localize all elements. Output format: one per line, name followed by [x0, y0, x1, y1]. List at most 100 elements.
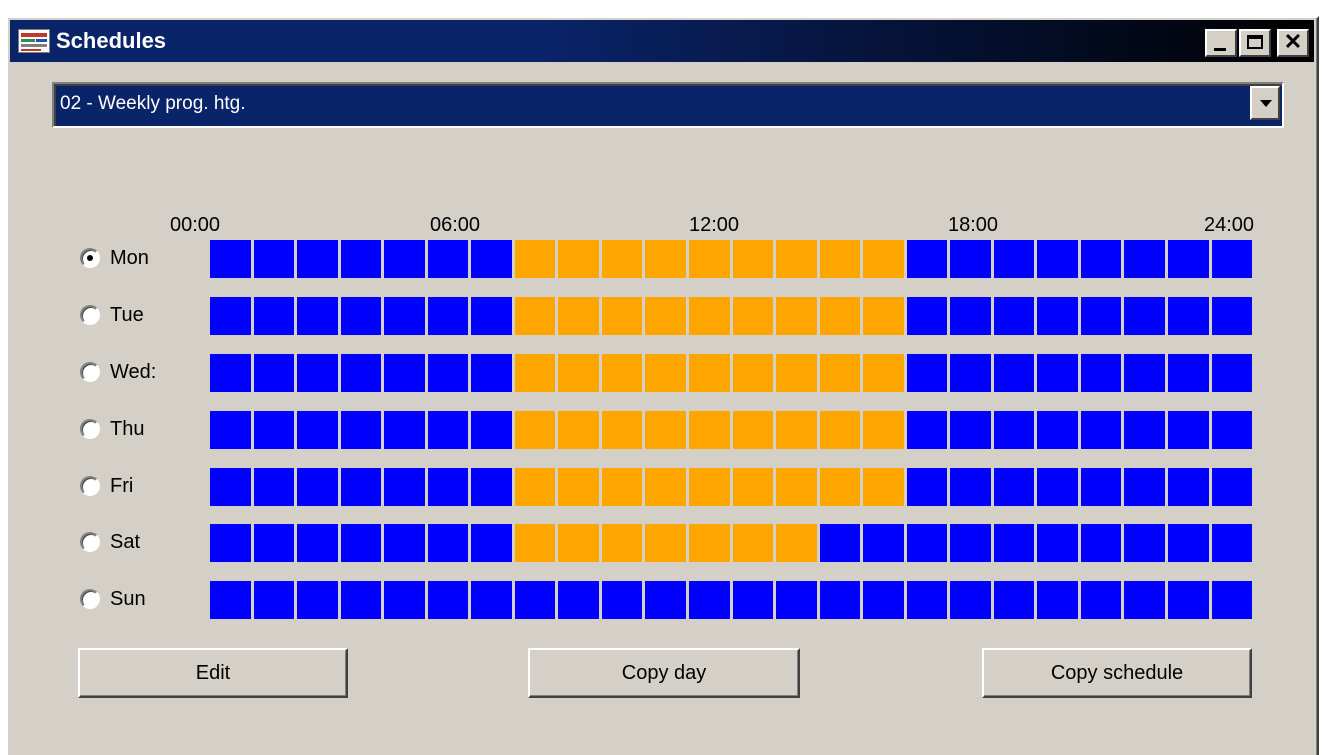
- schedule-cell-mon-4[interactable]: [384, 240, 425, 278]
- schedule-cell-sun-16[interactable]: [906, 581, 948, 619]
- schedule-cell-thu-1[interactable]: [253, 411, 295, 449]
- copy-day-button[interactable]: Copy day: [528, 648, 800, 698]
- schedule-cell-thu-6[interactable]: [471, 411, 512, 449]
- schedule-cell-wed-14[interactable]: [819, 354, 861, 392]
- schedule-cell-mon-11[interactable]: [689, 240, 730, 278]
- schedule-cell-wed-18[interactable]: [993, 354, 1035, 392]
- schedule-cell-fri-10[interactable]: [645, 468, 687, 506]
- schedule-cell-thu-16[interactable]: [906, 411, 948, 449]
- schedule-cell-sat-3[interactable]: [340, 524, 382, 562]
- schedule-cell-sun-9[interactable]: [601, 581, 643, 619]
- schedule-cell-tue-12[interactable]: [732, 297, 774, 335]
- schedule-cell-sat-7[interactable]: [514, 524, 556, 562]
- schedule-cell-wed-17[interactable]: [950, 354, 991, 392]
- schedule-cell-sat-22[interactable]: [1168, 524, 1209, 562]
- schedule-bar-sun[interactable]: [210, 581, 1253, 619]
- schedule-cell-fri-5[interactable]: [427, 468, 469, 506]
- radio-tue[interactable]: [80, 305, 100, 325]
- schedule-bar-mon[interactable]: [210, 240, 1253, 278]
- schedule-cell-sat-16[interactable]: [906, 524, 948, 562]
- radio-sun[interactable]: [80, 589, 100, 609]
- schedule-cell-wed-20[interactable]: [1080, 354, 1122, 392]
- schedule-cell-thu-22[interactable]: [1168, 411, 1209, 449]
- schedule-cell-mon-12[interactable]: [732, 240, 774, 278]
- schedule-cell-fri-22[interactable]: [1168, 468, 1209, 506]
- schedule-cell-sat-9[interactable]: [601, 524, 643, 562]
- schedule-cell-mon-7[interactable]: [514, 240, 556, 278]
- schedule-cell-wed-8[interactable]: [558, 354, 599, 392]
- schedule-bar-thu[interactable]: [210, 411, 1253, 449]
- schedule-cell-wed-21[interactable]: [1124, 354, 1166, 392]
- schedule-cell-fri-17[interactable]: [950, 468, 991, 506]
- schedule-cell-sat-5[interactable]: [427, 524, 469, 562]
- schedule-cell-fri-3[interactable]: [340, 468, 382, 506]
- schedule-cell-fri-11[interactable]: [689, 468, 730, 506]
- schedule-cell-fri-0[interactable]: [210, 468, 251, 506]
- minimize-button[interactable]: [1205, 29, 1237, 57]
- schedule-cell-thu-13[interactable]: [776, 411, 817, 449]
- schedule-cell-tue-17[interactable]: [950, 297, 991, 335]
- schedule-cell-sat-0[interactable]: [210, 524, 251, 562]
- schedule-cell-mon-3[interactable]: [340, 240, 382, 278]
- schedule-bar-tue[interactable]: [210, 297, 1253, 335]
- title-bar[interactable]: Schedules ✕: [10, 20, 1314, 62]
- schedule-cell-tue-0[interactable]: [210, 297, 251, 335]
- schedule-cell-wed-7[interactable]: [514, 354, 556, 392]
- schedule-cell-mon-22[interactable]: [1168, 240, 1209, 278]
- schedule-cell-mon-18[interactable]: [993, 240, 1035, 278]
- schedule-cell-mon-13[interactable]: [776, 240, 817, 278]
- schedule-cell-tue-13[interactable]: [776, 297, 817, 335]
- schedule-cell-sun-3[interactable]: [340, 581, 382, 619]
- schedule-cell-sun-5[interactable]: [427, 581, 469, 619]
- schedule-cell-fri-15[interactable]: [863, 468, 904, 506]
- schedule-cell-mon-0[interactable]: [210, 240, 251, 278]
- schedule-cell-fri-13[interactable]: [776, 468, 817, 506]
- schedule-cell-mon-16[interactable]: [906, 240, 948, 278]
- schedule-cell-fri-9[interactable]: [601, 468, 643, 506]
- schedule-cell-wed-16[interactable]: [906, 354, 948, 392]
- schedule-cell-mon-15[interactable]: [863, 240, 904, 278]
- schedule-cell-sun-15[interactable]: [863, 581, 904, 619]
- schedule-cell-wed-19[interactable]: [1037, 354, 1078, 392]
- schedule-cell-tue-3[interactable]: [340, 297, 382, 335]
- schedule-cell-sat-23[interactable]: [1211, 524, 1253, 562]
- schedule-cell-thu-12[interactable]: [732, 411, 774, 449]
- schedule-cell-sun-10[interactable]: [645, 581, 687, 619]
- schedule-cell-thu-4[interactable]: [384, 411, 425, 449]
- schedule-cell-mon-23[interactable]: [1211, 240, 1253, 278]
- schedule-cell-fri-23[interactable]: [1211, 468, 1253, 506]
- schedule-cell-mon-1[interactable]: [253, 240, 295, 278]
- schedule-cell-thu-7[interactable]: [514, 411, 556, 449]
- schedule-cell-thu-0[interactable]: [210, 411, 251, 449]
- schedule-cell-sat-1[interactable]: [253, 524, 295, 562]
- schedule-cell-mon-20[interactable]: [1080, 240, 1122, 278]
- schedule-cell-sun-1[interactable]: [253, 581, 295, 619]
- schedule-select[interactable]: 02 - Weekly prog. htg.: [52, 82, 1284, 128]
- schedule-cell-mon-17[interactable]: [950, 240, 991, 278]
- copy-schedule-button[interactable]: Copy schedule: [982, 648, 1252, 698]
- schedule-cell-wed-2[interactable]: [297, 354, 338, 392]
- schedule-cell-fri-21[interactable]: [1124, 468, 1166, 506]
- schedule-cell-wed-9[interactable]: [601, 354, 643, 392]
- schedule-cell-wed-11[interactable]: [689, 354, 730, 392]
- maximize-button[interactable]: [1239, 29, 1271, 57]
- schedule-cell-mon-21[interactable]: [1124, 240, 1166, 278]
- schedule-cell-mon-9[interactable]: [601, 240, 643, 278]
- schedule-cell-mon-6[interactable]: [471, 240, 512, 278]
- schedule-cell-wed-3[interactable]: [340, 354, 382, 392]
- schedule-cell-sat-13[interactable]: [776, 524, 817, 562]
- schedule-cell-mon-5[interactable]: [427, 240, 469, 278]
- schedule-cell-sun-0[interactable]: [210, 581, 251, 619]
- schedule-cell-sun-13[interactable]: [776, 581, 817, 619]
- schedule-cell-thu-5[interactable]: [427, 411, 469, 449]
- schedule-cell-fri-14[interactable]: [819, 468, 861, 506]
- schedule-cell-tue-14[interactable]: [819, 297, 861, 335]
- schedule-cell-thu-15[interactable]: [863, 411, 904, 449]
- schedule-cell-sun-14[interactable]: [819, 581, 861, 619]
- schedule-cell-sun-17[interactable]: [950, 581, 991, 619]
- schedule-bar-wed[interactable]: [210, 354, 1253, 392]
- schedule-cell-wed-15[interactable]: [863, 354, 904, 392]
- schedule-cell-mon-19[interactable]: [1037, 240, 1078, 278]
- schedule-cell-wed-12[interactable]: [732, 354, 774, 392]
- schedule-cell-wed-13[interactable]: [776, 354, 817, 392]
